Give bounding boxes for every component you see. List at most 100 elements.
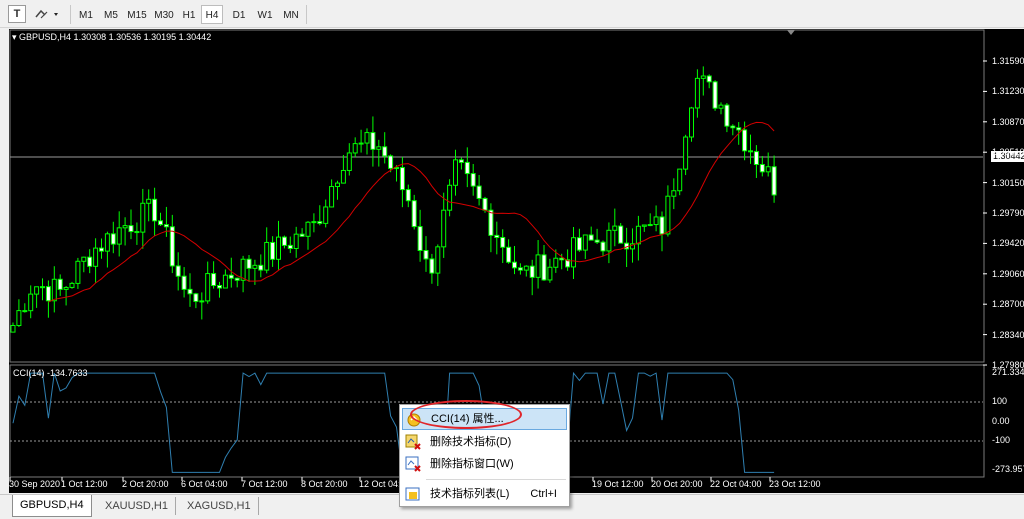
candle-body (576, 237, 582, 251)
candle-body (659, 216, 665, 235)
candle-body (63, 286, 69, 290)
toolbar-separator (70, 5, 71, 24)
candle-body (122, 225, 128, 229)
timeframe-d1[interactable]: D1 (227, 5, 251, 24)
candle-body (635, 225, 641, 245)
candle-body (559, 257, 565, 261)
chart-header: ▾ GBPUSD,H4 1.30308 1.30536 1.30195 1.30… (12, 32, 211, 43)
menu-item-label: 技术指标列表(L) (430, 488, 510, 500)
time-axis-tick: 7 Oct 12:00 (241, 479, 288, 489)
candle-body (447, 184, 453, 211)
indicator-list-icon (405, 486, 421, 502)
candle-body (388, 155, 394, 169)
candle-body (140, 202, 146, 233)
highlight-ellipse (410, 400, 522, 429)
candle-body (712, 81, 718, 109)
candle-body (535, 254, 541, 278)
candle-body (370, 132, 376, 150)
cci-axis-tick: -273.957 (992, 464, 1024, 474)
candle-body (128, 225, 134, 233)
time-axis-tick: 2 Oct 20:00 (122, 479, 169, 489)
cci-axis-tick: 271.334 (992, 367, 1024, 377)
candle-body (134, 231, 140, 234)
candle-body (482, 197, 488, 211)
price-axis-tick: 1.31230 (992, 86, 1024, 97)
timeframe-mn[interactable]: MN (279, 5, 303, 24)
candle-body (228, 274, 234, 279)
tab-xagusd-h1[interactable]: XAGUSD,H1 (180, 497, 259, 515)
candle-body (346, 152, 352, 171)
candle-body (163, 224, 169, 228)
candle-body (700, 75, 706, 79)
candle-body (488, 209, 494, 236)
candle-body (258, 264, 264, 271)
candle-body (689, 107, 694, 138)
candle-body (417, 226, 423, 252)
candle-body (10, 324, 16, 333)
candle-body (34, 286, 40, 295)
candle-body (116, 227, 122, 245)
main-panel-frame (9, 29, 985, 363)
candle-body (618, 225, 624, 244)
menu-item-shortcut: Ctrl+I (530, 488, 557, 500)
candle-body (730, 125, 736, 129)
tab-xauusd-h1[interactable]: XAUUSD,H1 (98, 497, 176, 515)
timeframe-m5[interactable]: M5 (99, 5, 123, 24)
menu-item-indicator-list[interactable]: 技术指标列表(L) Ctrl+I (402, 483, 567, 505)
timeframe-w1[interactable]: W1 (253, 5, 277, 24)
candle-body (75, 260, 81, 284)
timeframe-h1[interactable]: H1 (178, 5, 200, 24)
candle-body (759, 163, 765, 173)
candle-body (205, 273, 211, 302)
candle-body (694, 77, 700, 109)
price-axis-tick: 1.29060 (992, 268, 1024, 279)
candle-body (382, 146, 388, 157)
candle-body (399, 167, 405, 191)
time-axis-tick: 22 Oct 04:00 (710, 479, 762, 489)
price-axis-tick: 1.30870 (992, 116, 1024, 127)
candle-body (211, 273, 217, 287)
candle-body (364, 132, 370, 144)
candle-body (81, 256, 87, 262)
delete-window-icon (405, 456, 421, 472)
candle-body (299, 233, 305, 237)
cci-axis-tick: 100 (992, 396, 1008, 406)
candle-body (146, 198, 152, 204)
menu-item-label: 删除指标窗口(W) (430, 458, 514, 470)
collapse-triangle-icon: ▾ (12, 32, 17, 42)
candle-body (771, 166, 777, 196)
timeframe-h4[interactable]: H4 (201, 5, 223, 24)
delete-indicator-icon (405, 434, 421, 450)
objects-dropdown-icon[interactable] (32, 5, 62, 23)
candle-body (494, 234, 500, 238)
candle-body (169, 226, 175, 267)
price-axis-tick: 1.29420 (992, 238, 1024, 249)
timeframe-m30[interactable]: M30 (151, 5, 177, 24)
time-axis-tick: 8 Oct 20:00 (301, 479, 348, 489)
candle-body (671, 190, 677, 197)
candle-body (193, 293, 199, 302)
candle-body (541, 254, 547, 281)
timeframe-m15[interactable]: M15 (124, 5, 150, 24)
scroll-marker (787, 30, 795, 35)
tab-gbpusd-h4[interactable]: GBPUSD,H4 (12, 495, 92, 517)
candle-body (706, 75, 712, 83)
text-tool-icon[interactable]: T (8, 5, 26, 23)
candle-body (429, 258, 435, 274)
candle-body (281, 236, 287, 246)
candle-body (523, 265, 529, 271)
timeframe-m1[interactable]: M1 (74, 5, 98, 24)
candle-body (683, 136, 689, 170)
candle-body (323, 206, 329, 224)
menu-item-delete-indicator[interactable]: 删除技术指标(D) (402, 431, 567, 453)
candle-body (57, 278, 63, 290)
candle-body (181, 275, 187, 290)
time-axis-tick: 6 Oct 04:00 (181, 479, 228, 489)
candle-body (317, 221, 323, 224)
candle-body (264, 241, 270, 271)
candle-body (458, 159, 464, 163)
candle-body (476, 185, 482, 199)
candle-body (352, 143, 358, 154)
candle-body (641, 224, 647, 227)
menu-item-delete-window[interactable]: 删除指标窗口(W) (402, 453, 567, 475)
